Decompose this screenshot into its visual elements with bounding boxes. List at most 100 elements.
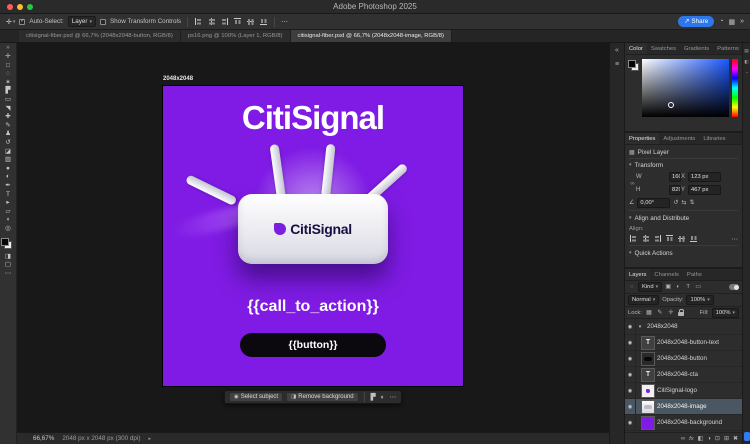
select-subject-button[interactable]: ◉ Select subject bbox=[228, 392, 284, 402]
layer-visibility-toggle[interactable]: ◉ bbox=[625, 319, 636, 334]
group-expander-icon[interactable]: ▾ bbox=[636, 324, 644, 330]
opacity-field[interactable]: 100% ▾ bbox=[686, 295, 714, 305]
layer-visibility-toggle[interactable]: ◉ bbox=[625, 351, 636, 366]
align-center-horizontal-button[interactable] bbox=[641, 234, 650, 243]
layer-row[interactable]: ◉ ▾ T 2048x2048-button-text bbox=[625, 335, 742, 351]
dock-panel-icon[interactable]: ◧ bbox=[744, 59, 748, 65]
layer-row[interactable]: ◉ ▾ 2048x2048-image bbox=[625, 399, 742, 415]
align-middle-button[interactable] bbox=[677, 234, 686, 243]
gradient-tool[interactable]: ▥ bbox=[2, 156, 15, 165]
panel-tab[interactable]: Layers bbox=[625, 269, 651, 280]
layer-row[interactable]: ◉ ▾ 2048x2048-button bbox=[625, 351, 742, 367]
panel-tab[interactable]: Libraries bbox=[699, 133, 729, 144]
type-tool[interactable]: T bbox=[2, 191, 15, 200]
current-tool-icon[interactable]: ✛ ▾ bbox=[6, 18, 15, 26]
transform-section-header[interactable]: ▾ Transform bbox=[629, 159, 738, 171]
align-left-button[interactable] bbox=[194, 17, 203, 26]
layer-row[interactable]: ◉ ▾ T 2048x2048-cta bbox=[625, 367, 742, 383]
dock-panel-icon[interactable]: ▤ bbox=[744, 48, 748, 54]
canvas-area[interactable]: 2048x2048 CitiSignal CitiSignal {{call_t… bbox=[17, 43, 609, 432]
y-field[interactable]: 467 px bbox=[688, 185, 721, 195]
layer-visibility-toggle[interactable]: ◉ bbox=[625, 383, 636, 398]
align-bottom-button[interactable] bbox=[689, 234, 698, 243]
panel-tab[interactable]: Paths bbox=[683, 269, 706, 280]
align-top-button[interactable] bbox=[665, 234, 674, 243]
screen-mode-button[interactable]: ▢ bbox=[2, 261, 15, 270]
align-center-horizontal-button[interactable] bbox=[207, 17, 216, 26]
toolbar-more-icon[interactable]: ⋯ bbox=[2, 270, 15, 279]
align-top-button[interactable] bbox=[233, 17, 242, 26]
align-section-header[interactable]: ▾ Align and Distribute bbox=[629, 212, 738, 224]
history-panel-icon[interactable]: ≡ bbox=[615, 61, 619, 68]
link-layers-icon[interactable]: ∞ bbox=[681, 436, 685, 442]
panel-tab[interactable]: Adjustments bbox=[659, 133, 699, 144]
color-swatch-pair[interactable] bbox=[628, 59, 639, 127]
dock-panel-icon[interactable]: ◔ bbox=[745, 70, 748, 75]
lock-all-icon[interactable] bbox=[677, 309, 684, 316]
x-field[interactable]: 123 px bbox=[688, 172, 721, 182]
new-layer-icon[interactable]: ⊞ bbox=[724, 435, 729, 442]
layer-row[interactable]: ◉ ▾ CitiSignal-logo bbox=[625, 383, 742, 399]
align-bottom-button[interactable] bbox=[259, 17, 268, 26]
document-tab[interactable]: citisignal-fiber.psd @ 66,7% (2048x2048-… bbox=[19, 30, 181, 42]
show-transform-checkbox[interactable] bbox=[99, 18, 106, 25]
flip-horizontal-icon[interactable]: ⇆ bbox=[681, 199, 686, 206]
notification-badge[interactable] bbox=[743, 432, 750, 441]
lasso-tool[interactable]: ◌ bbox=[2, 70, 15, 79]
close-window-button[interactable] bbox=[7, 3, 13, 10]
foreground-color-chip[interactable] bbox=[628, 60, 636, 68]
maximize-window-button[interactable] bbox=[27, 3, 33, 10]
filter-adjustment-icon[interactable]: ◐ bbox=[674, 284, 682, 290]
dodge-tool[interactable]: ◐ bbox=[2, 173, 15, 182]
panel-tab[interactable]: Color bbox=[625, 43, 647, 54]
blend-mode-dropdown[interactable]: Normal ▾ bbox=[628, 295, 660, 305]
panel-tab[interactable]: Swatches bbox=[647, 43, 680, 54]
lock-pixels-icon[interactable]: ✎ bbox=[656, 310, 664, 316]
eyedropper-tool[interactable]: ◥ bbox=[2, 105, 15, 114]
filter-pixel-icon[interactable]: ▣ bbox=[664, 284, 672, 290]
panel-tab[interactable]: Channels bbox=[650, 269, 683, 280]
zoom-tool[interactable]: ◎ bbox=[2, 225, 15, 234]
foreground-background-swatches[interactable] bbox=[1, 237, 14, 250]
workspace-switcher-icon[interactable]: ▦ bbox=[728, 18, 735, 26]
remove-background-button[interactable]: ◨ Remove background bbox=[286, 392, 359, 402]
document-tab[interactable]: citisignal-fiber.psd @ 66,7% (2048x2048-… bbox=[290, 30, 452, 42]
layer-visibility-toggle[interactable]: ◉ bbox=[625, 335, 636, 350]
link-dimensions-icon[interactable]: ∞ bbox=[629, 181, 636, 187]
toolbar-collapse-icon[interactable]: » bbox=[6, 45, 9, 51]
path-select-tool[interactable]: ▸ bbox=[2, 199, 15, 208]
share-button[interactable]: ↗ Share bbox=[678, 16, 715, 27]
layer-row[interactable]: ◉ ▾ 2048x2048-background bbox=[625, 415, 742, 431]
shape-tool[interactable]: ▱ bbox=[2, 208, 15, 217]
filter-shape-icon[interactable]: ▭ bbox=[694, 284, 702, 290]
history-brush-tool[interactable]: ↺ bbox=[2, 139, 15, 148]
auto-select-checkbox[interactable] bbox=[19, 18, 26, 25]
align-left-button[interactable] bbox=[629, 234, 638, 243]
panel-tab[interactable]: Patterns bbox=[713, 43, 742, 54]
width-field[interactable]: 1600 px bbox=[669, 172, 681, 182]
minimize-window-button[interactable] bbox=[17, 3, 23, 10]
adjustments-icon[interactable]: ◐ bbox=[380, 394, 386, 401]
filter-toggle[interactable] bbox=[729, 284, 739, 290]
quick-mask-button[interactable]: ◨ bbox=[2, 252, 15, 261]
quick-actions-header[interactable]: ▾ Quick Actions bbox=[629, 247, 738, 259]
marquee-tool[interactable]: □ bbox=[2, 62, 15, 71]
zoom-level[interactable]: 66,67% bbox=[33, 435, 54, 442]
delete-layer-icon[interactable]: ✖ bbox=[733, 435, 738, 442]
eraser-tool[interactable]: ◪ bbox=[2, 148, 15, 157]
align-more-icon[interactable]: ⋯ bbox=[732, 235, 739, 243]
blur-tool[interactable]: ● bbox=[2, 165, 15, 174]
expand-panels-icon[interactable]: « bbox=[615, 47, 619, 54]
chevron-right-icon[interactable]: » bbox=[740, 18, 744, 25]
align-right-button[interactable] bbox=[220, 17, 229, 26]
frame-tool[interactable]: ▭ bbox=[2, 96, 15, 105]
panel-tab[interactable]: Gradients bbox=[680, 43, 713, 54]
align-right-button[interactable] bbox=[653, 234, 662, 243]
panel-tab[interactable]: Properties bbox=[625, 133, 660, 144]
angle-field[interactable]: 0,00° bbox=[637, 197, 671, 208]
layer-visibility-toggle[interactable]: ◉ bbox=[625, 399, 636, 414]
flip-vertical-icon[interactable]: ⇅ bbox=[689, 199, 694, 206]
saturation-brightness-field[interactable] bbox=[642, 59, 729, 117]
document-tab[interactable]: ps16.png @ 100% (Layer 1, RGB/8) bbox=[180, 30, 291, 42]
pen-tool[interactable]: ✒ bbox=[2, 182, 15, 191]
